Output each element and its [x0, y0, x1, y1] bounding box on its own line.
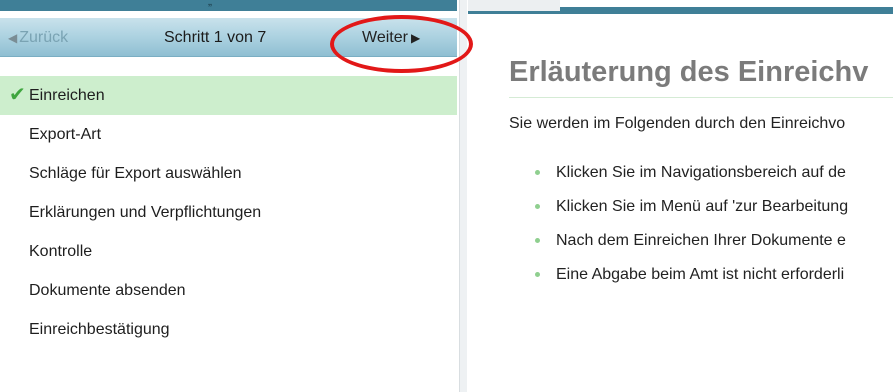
step-item-dokumente-absenden[interactable]: Dokumente absenden	[0, 271, 457, 310]
list-item-text: Eine Abgabe beim Amt ist nicht erforderl…	[556, 266, 845, 283]
list-item: Nach dem Einreichen Ihrer Dokumente e	[535, 232, 848, 266]
step-label: Dokumente absenden	[29, 281, 186, 299]
list-item-text: Nach dem Einreichen Ihrer Dokumente e	[556, 232, 846, 249]
bullet-dot-icon	[535, 170, 540, 175]
step-item-einreichbestaetigung[interactable]: Einreichbestätigung	[0, 310, 457, 349]
step-label: Einreichen	[29, 86, 105, 104]
list-item: Eine Abgabe beim Amt ist nicht erforderl…	[535, 266, 848, 300]
step-label: Erklärungen und Verpflichtungen	[29, 203, 262, 221]
cut-text: „	[208, 0, 212, 8]
left-top-bar: „	[0, 0, 457, 11]
content-tab	[468, 0, 560, 11]
list-item: Klicken Sie im Navigationsbereich auf de	[535, 164, 848, 198]
step-indicator: Schritt 1 von 7	[164, 29, 267, 46]
title-divider	[509, 97, 893, 98]
step-label: Einreichbestätigung	[29, 320, 170, 338]
back-button[interactable]: ◀ Zurück	[8, 29, 68, 47]
step-item-einreichen[interactable]: ✔ Einreichen	[0, 76, 457, 115]
page-title: Erläuterung des Einreichv	[509, 56, 869, 88]
wizard-step-list: ✔ Einreichen Export-Art Schläge für Expo…	[0, 76, 457, 349]
instruction-list: Klicken Sie im Navigationsbereich auf de…	[535, 164, 848, 300]
content-top-rule	[468, 11, 893, 14]
step-item-kontrolle[interactable]: Kontrolle	[0, 232, 457, 271]
bullet-dot-icon	[535, 238, 540, 243]
back-button-label: Zurück	[19, 29, 69, 46]
list-item-text: Klicken Sie im Navigationsbereich auf de	[556, 164, 846, 181]
intro-text: Sie werden im Folgenden durch den Einrei…	[509, 115, 846, 132]
step-label: Export-Art	[29, 125, 102, 143]
step-label: Kontrolle	[29, 242, 93, 260]
bullet-dot-icon	[535, 272, 540, 277]
triangle-left-icon: ◀	[8, 31, 18, 45]
list-item-text: Klicken Sie im Menü auf 'zur Bearbeitung	[556, 198, 849, 215]
highlight-annotation-ring	[330, 15, 473, 73]
step-label: Schläge für Export auswählen	[29, 164, 242, 182]
bullet-dot-icon	[535, 204, 540, 209]
step-item-export-art[interactable]: Export-Art	[0, 115, 457, 154]
list-item: Klicken Sie im Menü auf 'zur Bearbeitung	[535, 198, 848, 232]
step-item-erklaerungen[interactable]: Erklärungen und Verpflichtungen	[0, 193, 457, 232]
checkmark-icon: ✔	[9, 84, 26, 106]
step-item-schlaege-auswaehlen[interactable]: Schläge für Export auswählen	[0, 154, 457, 193]
